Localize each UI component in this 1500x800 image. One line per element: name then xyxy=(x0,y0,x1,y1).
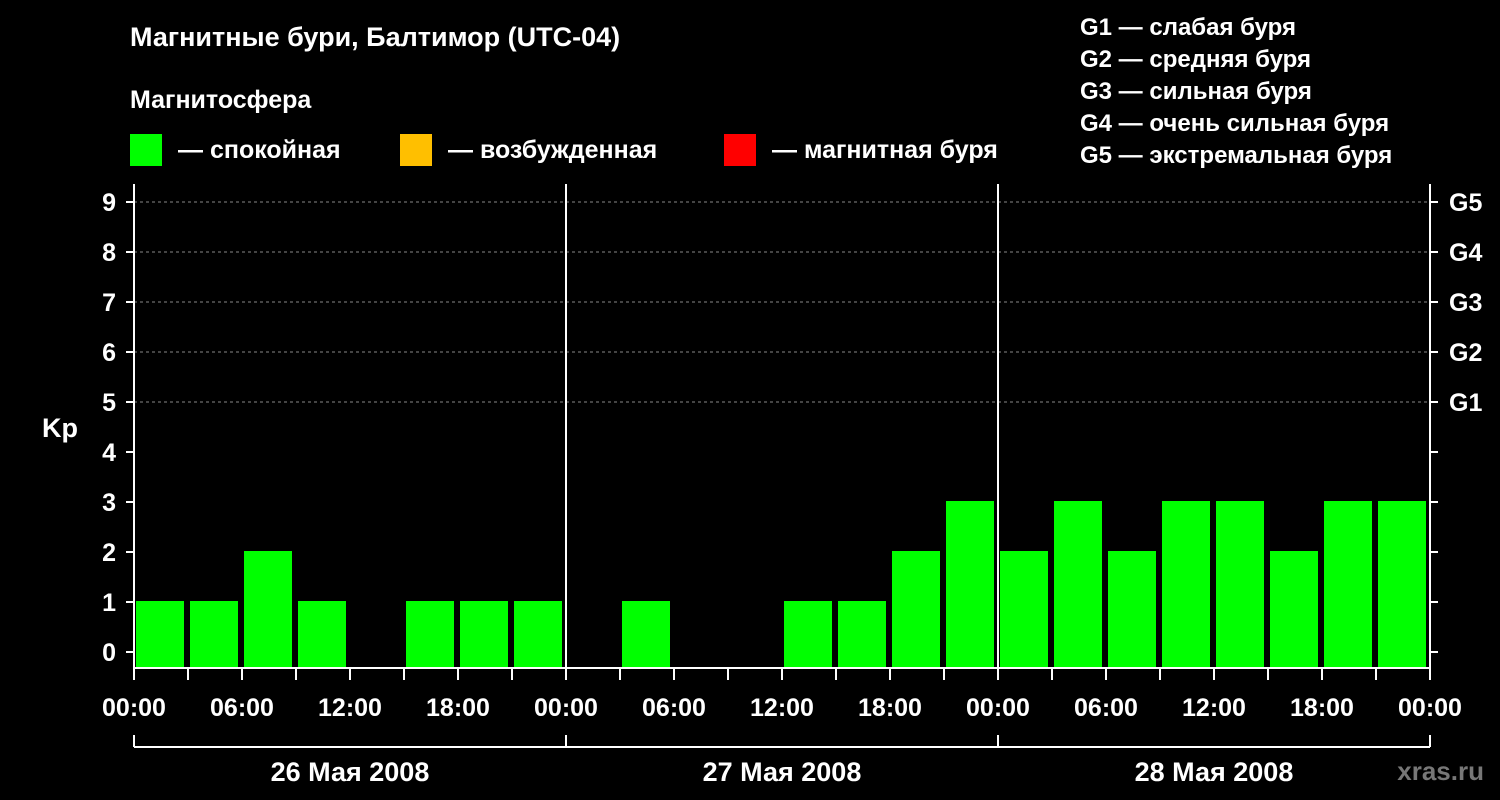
y-tick-label: 5 xyxy=(102,389,116,417)
kp-bar xyxy=(298,601,346,667)
kp-bar xyxy=(406,601,454,667)
kp-bar xyxy=(1000,551,1048,667)
y-tick-label: 8 xyxy=(102,239,116,267)
kp-bar xyxy=(1270,551,1318,667)
y-axis-label: Kp xyxy=(42,413,78,443)
x-tick-label: 06:00 xyxy=(642,694,706,722)
kp-bar xyxy=(514,601,562,667)
kp-bar-chart: 0 1 2 3 4 5 6 7 8 9 G1 G2 G3 G4 G5 Kp 00:00 06:00 12:00 18:… xyxy=(42,184,1482,787)
x-tick-label: 06:00 xyxy=(1074,694,1138,722)
kp-bar xyxy=(190,601,238,667)
kp-bar xyxy=(136,601,184,667)
x-tick-label: 12:00 xyxy=(750,694,814,722)
y-tick-label: 2 xyxy=(102,539,116,567)
x-tick-label: 00:00 xyxy=(1398,694,1462,722)
kp-bar xyxy=(1378,501,1426,667)
g-scale-tick-label: G5 xyxy=(1449,189,1482,217)
kp-bar xyxy=(946,501,994,667)
kp-bar xyxy=(892,551,940,667)
g-scale-tick-label: G3 xyxy=(1449,289,1482,317)
x-tick-label: 00:00 xyxy=(534,694,598,722)
x-tick-label: 00:00 xyxy=(102,694,166,722)
x-tick-label: 18:00 xyxy=(1290,694,1354,722)
day-label: 27 Мая 2008 xyxy=(703,757,862,787)
kp-bar xyxy=(1162,501,1210,667)
kp-bar xyxy=(784,601,832,667)
g-scale-tick-label: G2 xyxy=(1449,339,1482,367)
kp-bar xyxy=(838,601,886,667)
y-tick-label: 3 xyxy=(102,489,116,517)
x-tick-label: 12:00 xyxy=(1182,694,1246,722)
kp-bar xyxy=(1216,501,1264,667)
y-tick-label: 7 xyxy=(102,289,116,317)
x-tick-label: 00:00 xyxy=(966,694,1030,722)
x-tick-label: 18:00 xyxy=(858,694,922,722)
watermark: xras.ru xyxy=(1397,756,1484,786)
g-scale-tick-label: G4 xyxy=(1449,239,1482,267)
day-label: 26 Мая 2008 xyxy=(271,757,430,787)
y-tick-label: 9 xyxy=(102,189,116,217)
y-tick-label: 0 xyxy=(102,639,116,667)
kp-bar xyxy=(1324,501,1372,667)
g-scale-tick-label: G1 xyxy=(1449,389,1482,417)
kp-bar xyxy=(460,601,508,667)
x-tick-label: 06:00 xyxy=(210,694,274,722)
y-tick-label: 6 xyxy=(102,339,116,367)
kp-bar xyxy=(622,601,670,667)
day-label: 28 Мая 2008 xyxy=(1135,757,1294,787)
kp-bar xyxy=(244,551,292,667)
y-tick-label: 1 xyxy=(102,589,116,617)
x-tick-label: 18:00 xyxy=(426,694,490,722)
y-tick-label: 4 xyxy=(102,439,116,467)
x-tick-label: 12:00 xyxy=(318,694,382,722)
kp-bar xyxy=(1054,501,1102,667)
kp-bar xyxy=(1108,551,1156,667)
